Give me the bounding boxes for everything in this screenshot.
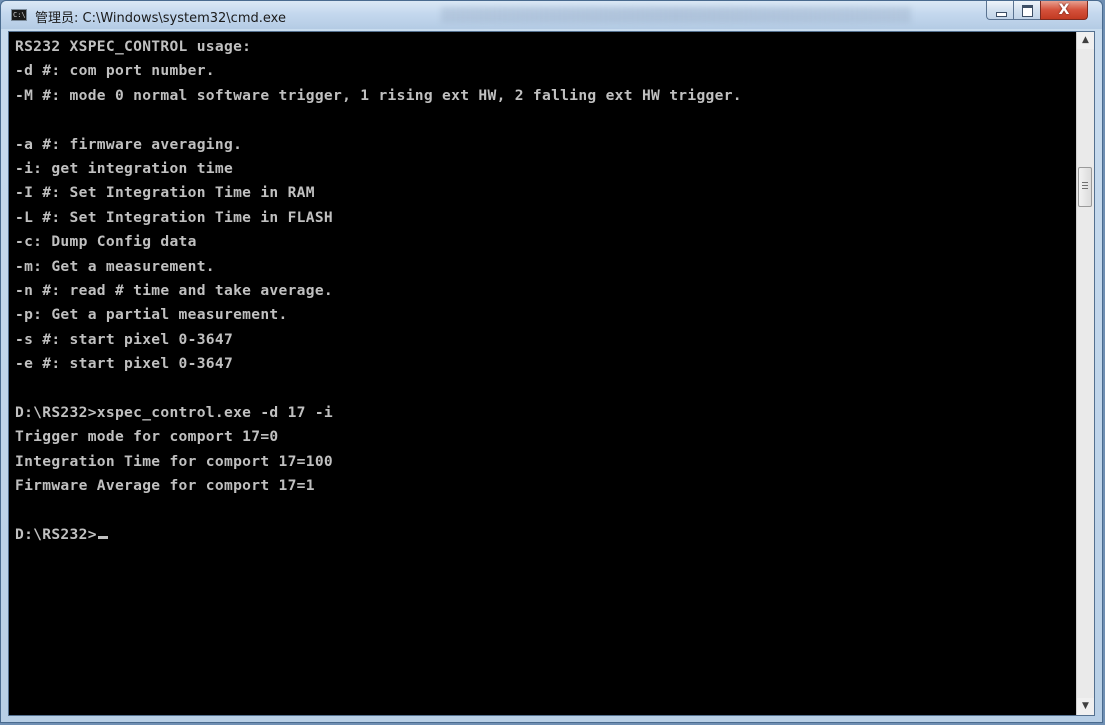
console-line: D:\RS232>xspec_control.exe -d 17 -i (15, 403, 334, 421)
close-icon: X (1058, 2, 1070, 18)
console-line: RS232 XSPEC_CONTROL usage: (15, 38, 252, 55)
scroll-down-button[interactable]: ▼ (1077, 698, 1094, 715)
console-line: -e #: start pixel 0-3647 (15, 355, 234, 373)
console-area[interactable]: RS232 XSPEC_CONTROL usage: -d #: com port… (8, 31, 1095, 716)
console-line: -M #: mode 0 normal software trigger, 1 … (15, 86, 742, 104)
text-cursor (97, 535, 108, 539)
console-line: Firmware Average for comport 17=1 (15, 477, 315, 495)
prompt-text: D:\RS232> (15, 525, 97, 543)
scroll-thumb[interactable] (1078, 167, 1092, 207)
grip-line (1082, 182, 1088, 183)
arrow-down-icon: ▼ (1082, 701, 1089, 711)
scroll-up-button[interactable]: ▲ (1077, 32, 1094, 49)
grip-line (1082, 185, 1088, 186)
console-line: -i: get integration time (15, 159, 234, 177)
console-line: Trigger mode for comport 17=0 (15, 428, 279, 446)
maximize-button[interactable] (1013, 1, 1040, 20)
console-icon[interactable]: C:\ (11, 9, 27, 21)
blurred-title-region (441, 7, 911, 23)
console-line: Integration Time for comport 17=100 (15, 452, 334, 470)
console-line: -p: Get a partial measurement. (15, 306, 288, 324)
console-line: -a #: firmware averaging. (15, 135, 243, 153)
console-line: -I #: Set Integration Time in RAM (15, 184, 315, 202)
title-bar[interactable]: C:\ 管理员: C:\Windows\system32\cmd.exe X (1, 1, 1102, 29)
console-line: -d #: com port number. (15, 62, 215, 80)
caption-buttons: X (986, 1, 1088, 21)
maximize-icon (1022, 5, 1033, 17)
console-line: -c: Dump Config data (15, 233, 197, 251)
console-line: -L #: Set Integration Time in FLASH (15, 208, 334, 226)
console-output[interactable]: RS232 XSPEC_CONTROL usage: -d #: com port… (15, 35, 1070, 715)
arrow-up-icon: ▲ (1082, 35, 1089, 45)
console-line: -m: Get a measurement. (15, 257, 215, 275)
console-line: -s #: start pixel 0-3647 (15, 330, 234, 348)
minimize-button[interactable] (986, 1, 1013, 20)
cmd-window: C:\ 管理员: C:\Windows\system32\cmd.exe X R… (0, 0, 1103, 723)
close-button[interactable]: X (1040, 1, 1088, 20)
vertical-scrollbar[interactable]: ▲ ▼ (1076, 32, 1094, 715)
window-title: 管理员: C:\Windows\system32\cmd.exe (35, 11, 286, 26)
console-line: -n #: read # time and take average. (15, 281, 334, 299)
minimize-icon (996, 12, 1007, 17)
command-prompt[interactable]: D:\RS232> (15, 523, 1070, 547)
grip-line (1082, 188, 1088, 189)
